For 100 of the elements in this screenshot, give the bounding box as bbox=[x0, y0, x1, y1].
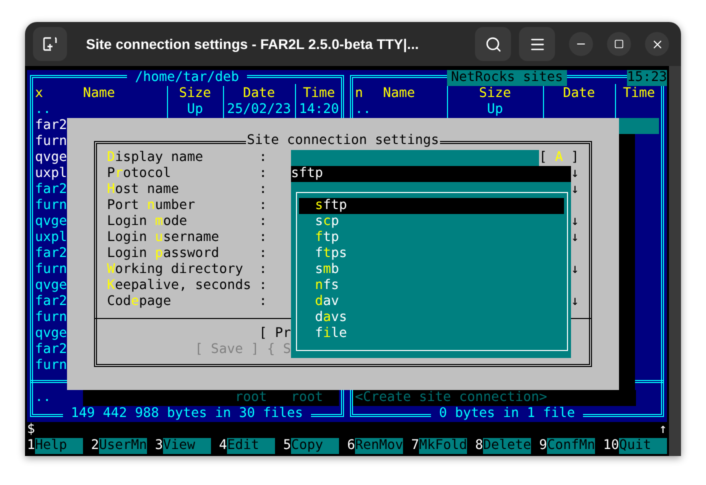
panel-title: /home/tar/deb bbox=[126, 70, 248, 86]
function-key[interactable]: View bbox=[163, 438, 212, 454]
file-name[interactable]: far2 bbox=[35, 294, 68, 310]
colon-text: : bbox=[259, 198, 267, 214]
file-name[interactable]: far2 bbox=[35, 342, 68, 358]
clock: 15:23 bbox=[627, 70, 667, 86]
file-name[interactable]: far2 bbox=[35, 246, 68, 262]
column-header: Time bbox=[622, 86, 656, 102]
column-header: x bbox=[35, 86, 43, 102]
dialog-title: Site connection settings bbox=[246, 133, 440, 149]
close-button[interactable] bbox=[645, 32, 669, 56]
table-cell: 25/02/23 bbox=[226, 102, 292, 118]
close-icon bbox=[650, 38, 664, 50]
field-label: Login password bbox=[107, 246, 220, 262]
dropdown-arrow[interactable]: ↓ bbox=[571, 214, 579, 230]
field-label: Port number bbox=[107, 198, 196, 214]
scroll-indicator: ↑ bbox=[658, 422, 667, 438]
column-header: Size bbox=[178, 86, 212, 102]
flag-toggle[interactable]: [ A ] bbox=[539, 150, 579, 166]
field-label: Working directory bbox=[107, 262, 244, 278]
field-label: Login mode bbox=[107, 214, 188, 230]
field-label: Protocol bbox=[107, 166, 172, 182]
dropdown-arrow[interactable]: ↓ bbox=[571, 166, 579, 182]
function-key[interactable]: UserMn bbox=[99, 438, 148, 454]
table-cell: Up bbox=[486, 102, 503, 118]
key-number: 1 bbox=[27, 438, 36, 454]
key-number: 2 bbox=[91, 438, 100, 454]
table-cell: Up bbox=[186, 102, 203, 118]
colon-text: : bbox=[259, 278, 267, 294]
colon-text: : bbox=[259, 246, 267, 262]
file-name[interactable]: qvge bbox=[35, 326, 68, 342]
field-label: Display name bbox=[107, 150, 204, 166]
file-name[interactable]: qvge bbox=[35, 278, 68, 294]
colon-text: : bbox=[259, 294, 267, 310]
field-label: Host name bbox=[107, 182, 180, 198]
file-name[interactable]: far2 bbox=[35, 118, 68, 134]
file-name[interactable]: qvge bbox=[35, 150, 68, 166]
list-item[interactable]: sftp bbox=[299, 198, 564, 214]
colon-text: : bbox=[259, 214, 267, 230]
file-name: .. bbox=[35, 390, 52, 405]
dialog-button[interactable]: [ Pr bbox=[258, 326, 291, 342]
key-number: 7 bbox=[411, 438, 420, 454]
function-key[interactable]: Quit bbox=[619, 438, 668, 454]
file-name[interactable]: qvge bbox=[35, 214, 68, 230]
function-key[interactable]: Edit bbox=[227, 438, 276, 454]
key-number: 6 bbox=[347, 438, 356, 454]
file-name[interactable]: .. bbox=[355, 102, 372, 117]
function-key[interactable]: ConfMn bbox=[547, 438, 596, 454]
function-key[interactable]: Copy bbox=[291, 438, 340, 454]
function-key[interactable]: Delete bbox=[483, 438, 532, 454]
file-name[interactable]: furn bbox=[35, 134, 68, 150]
colon-text: : bbox=[259, 230, 267, 246]
column-header: Name bbox=[82, 86, 116, 102]
file-name[interactable]: furn bbox=[35, 262, 68, 278]
new-tab-button[interactable] bbox=[33, 27, 67, 61]
file-name[interactable]: uxpl bbox=[35, 230, 68, 246]
table-cell: 14:20 bbox=[298, 102, 340, 118]
field-label: Login username bbox=[107, 230, 220, 246]
colon-text: : bbox=[259, 150, 267, 166]
panel-title: NetRocks sites bbox=[446, 70, 568, 86]
maximize-button[interactable] bbox=[607, 32, 631, 56]
dropdown-arrow[interactable]: ↓ bbox=[571, 262, 579, 278]
function-key[interactable]: Help bbox=[35, 438, 84, 454]
dropdown-arrow[interactable]: ↓ bbox=[571, 230, 579, 246]
dropdown-arrow[interactable]: ↓ bbox=[571, 294, 579, 310]
file-name[interactable]: .. bbox=[35, 102, 52, 117]
column-header: Size bbox=[478, 86, 512, 102]
colon-text: : bbox=[259, 166, 267, 182]
status-text: 0 bytes in 1 file bbox=[430, 406, 584, 422]
field-label: Keepalive, seconds bbox=[107, 278, 252, 294]
key-number: 8 bbox=[475, 438, 484, 454]
input-field[interactable]: sftp bbox=[291, 166, 571, 182]
file-name[interactable]: uxpl bbox=[35, 166, 68, 182]
input-field[interactable] bbox=[291, 150, 539, 166]
command-prompt: $ bbox=[27, 422, 36, 438]
window-title: Site connection settings - FAR2L 2.5.0-beta TTY|... bbox=[86, 34, 420, 54]
function-key[interactable]: MkFold bbox=[419, 438, 468, 454]
file-name[interactable]: furn bbox=[35, 198, 68, 214]
column-header: Name bbox=[382, 86, 416, 102]
maximize-icon bbox=[614, 39, 624, 49]
key-number: 4 bbox=[219, 438, 228, 454]
new-tab-icon bbox=[42, 36, 58, 52]
field-label: Codepage bbox=[107, 294, 172, 310]
column-header: Date bbox=[242, 86, 276, 102]
colon-text: : bbox=[259, 182, 267, 198]
menu-button[interactable] bbox=[519, 27, 555, 61]
column-header: Time bbox=[302, 86, 336, 102]
status-text: 149 442 988 bytes in 30 files bbox=[62, 406, 312, 422]
file-name[interactable]: furn bbox=[35, 310, 68, 326]
file-name[interactable]: furn bbox=[35, 358, 68, 374]
key-number: 10 bbox=[603, 438, 620, 454]
search-button[interactable] bbox=[475, 27, 511, 61]
function-key[interactable]: RenMov bbox=[355, 438, 404, 454]
dropdown-arrow[interactable]: ↓ bbox=[571, 182, 579, 198]
file-name[interactable]: far2 bbox=[35, 182, 68, 198]
key-number: 9 bbox=[539, 438, 548, 454]
group-text: root bbox=[290, 390, 323, 406]
key-number: 5 bbox=[283, 438, 292, 454]
owner-text: root bbox=[234, 390, 267, 406]
key-number: 3 bbox=[155, 438, 164, 454]
